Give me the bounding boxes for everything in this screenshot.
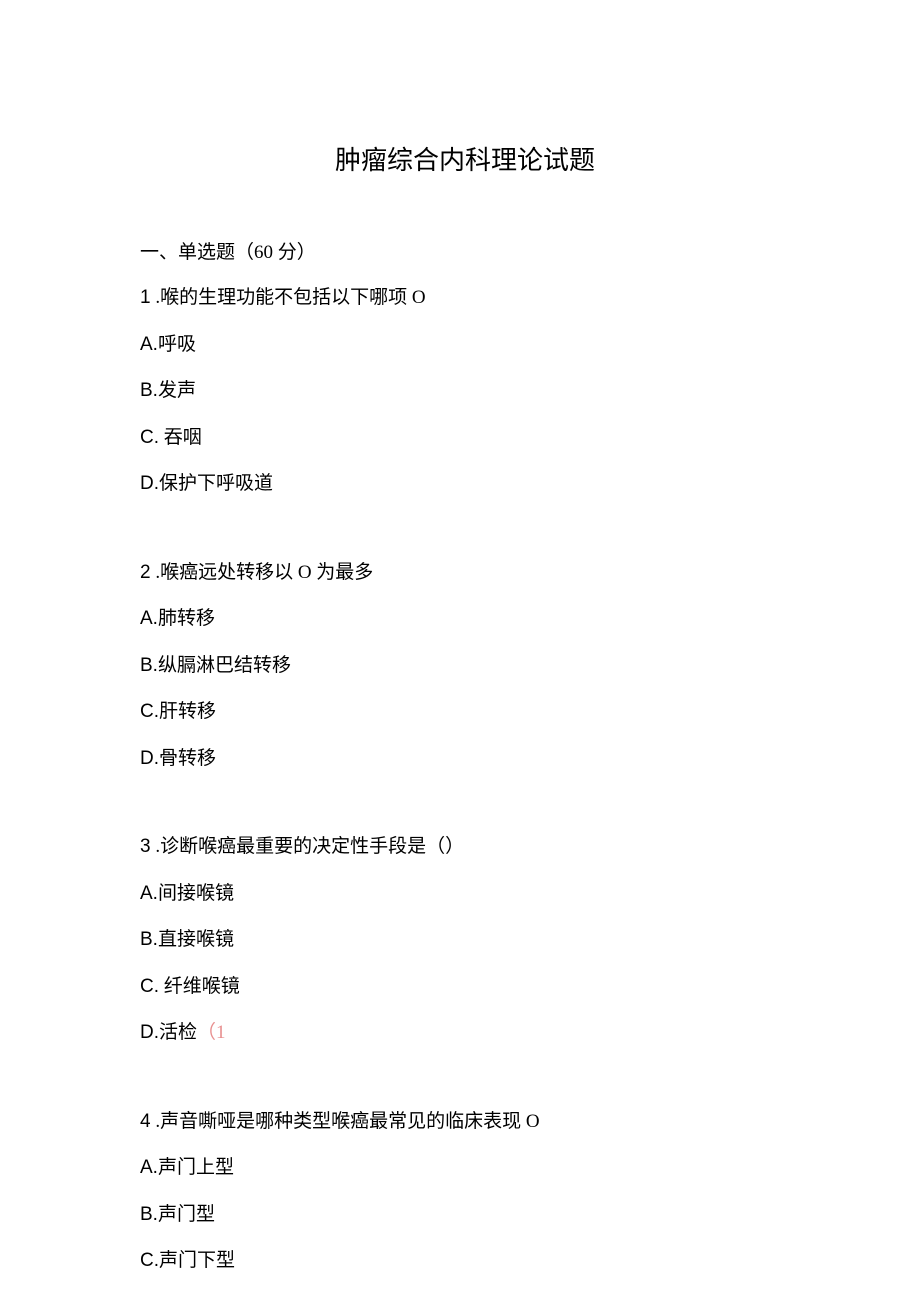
option-c: C. 纤维喉镜 bbox=[140, 973, 790, 1002]
option-b: B.直接喉镜 bbox=[140, 926, 790, 955]
option-text: 间接喉镜 bbox=[158, 883, 234, 904]
option-d: D.骨转移 bbox=[140, 745, 790, 774]
option-text: 纤维喉镜 bbox=[159, 976, 240, 997]
option-letter: B. bbox=[140, 1204, 158, 1225]
question-text: 4 .声音嘶哑是哪种类型喉癌最常见的临床表现 O bbox=[140, 1108, 790, 1137]
option-highlight: （1 bbox=[197, 1022, 226, 1043]
option-text: 发声 bbox=[158, 380, 196, 401]
option-a: A.声门上型 bbox=[140, 1154, 790, 1183]
option-text: 肝转移 bbox=[159, 701, 216, 722]
option-text: 声门型 bbox=[158, 1204, 215, 1225]
option-letter: A. bbox=[140, 1157, 158, 1178]
option-c: C.声门下型 bbox=[140, 1247, 790, 1276]
option-letter: A. bbox=[140, 883, 158, 904]
option-letter: C. bbox=[140, 701, 159, 722]
option-a: A.肺转移 bbox=[140, 605, 790, 634]
question-body: .喉的生理功能不包括以下哪项 O bbox=[151, 287, 426, 308]
option-text: 声门下型 bbox=[159, 1250, 235, 1271]
option-b: B.声门型 bbox=[140, 1201, 790, 1230]
option-d: D.保护下呼吸道 bbox=[140, 470, 790, 499]
option-text: 保护下呼吸道 bbox=[159, 473, 273, 494]
option-text: 肺转移 bbox=[158, 608, 215, 629]
option-b: B.发声 bbox=[140, 377, 790, 406]
question-body: .喉癌远处转移以 O 为最多 bbox=[151, 562, 374, 583]
question-text: 1 .喉的生理功能不包括以下哪项 O bbox=[140, 284, 790, 313]
option-a: A.间接喉镜 bbox=[140, 880, 790, 909]
question-number: 3 bbox=[140, 836, 151, 857]
question-text: 3 .诊断喉癌最重要的决定性手段是（） bbox=[140, 833, 790, 862]
option-letter: B. bbox=[140, 380, 158, 401]
question-1: 1 .喉的生理功能不包括以下哪项 O A.呼吸 B.发声 C. 吞咽 D.保护下… bbox=[140, 284, 790, 499]
option-text: 呼吸 bbox=[158, 334, 196, 355]
option-letter: A. bbox=[140, 334, 158, 355]
option-letter: B. bbox=[140, 929, 158, 950]
option-letter: C. bbox=[140, 427, 159, 448]
option-c: C. 吞咽 bbox=[140, 424, 790, 453]
option-text: 纵膈淋巴结转移 bbox=[158, 655, 291, 676]
option-letter: D. bbox=[140, 1022, 159, 1043]
question-3: 3 .诊断喉癌最重要的决定性手段是（） A.间接喉镜 B.直接喉镜 C. 纤维喉… bbox=[140, 833, 790, 1048]
option-text: 直接喉镜 bbox=[158, 929, 234, 950]
question-number: 2 bbox=[140, 562, 151, 583]
option-text: 声门上型 bbox=[158, 1157, 234, 1178]
question-number: 1 bbox=[140, 287, 151, 308]
option-text: 骨转移 bbox=[159, 748, 216, 769]
option-letter: C. bbox=[140, 1250, 159, 1271]
option-text: 活检 bbox=[159, 1022, 197, 1043]
page-title: 肿瘤综合内科理论试题 bbox=[140, 140, 790, 177]
question-number: 4 bbox=[140, 1111, 151, 1132]
option-letter: B. bbox=[140, 655, 158, 676]
section-heading: 一、单选题（60 分） bbox=[140, 237, 790, 264]
option-b: B.纵膈淋巴结转移 bbox=[140, 652, 790, 681]
question-4: 4 .声音嘶哑是哪种类型喉癌最常见的临床表现 O A.声门上型 B.声门型 C.… bbox=[140, 1108, 790, 1276]
question-text: 2 .喉癌远处转移以 O 为最多 bbox=[140, 559, 790, 588]
option-text: 吞咽 bbox=[159, 427, 202, 448]
question-body: .诊断喉癌最重要的决定性手段是（） bbox=[151, 836, 465, 857]
option-a: A.呼吸 bbox=[140, 331, 790, 360]
option-letter: D. bbox=[140, 748, 159, 769]
option-letter: D. bbox=[140, 473, 159, 494]
question-2: 2 .喉癌远处转移以 O 为最多 A.肺转移 B.纵膈淋巴结转移 C.肝转移 D… bbox=[140, 559, 790, 774]
option-letter: C. bbox=[140, 976, 159, 997]
option-c: C.肝转移 bbox=[140, 698, 790, 727]
option-d: D.活检（1 bbox=[140, 1019, 790, 1048]
option-letter: A. bbox=[140, 608, 158, 629]
question-body: .声音嘶哑是哪种类型喉癌最常见的临床表现 O bbox=[151, 1111, 540, 1132]
